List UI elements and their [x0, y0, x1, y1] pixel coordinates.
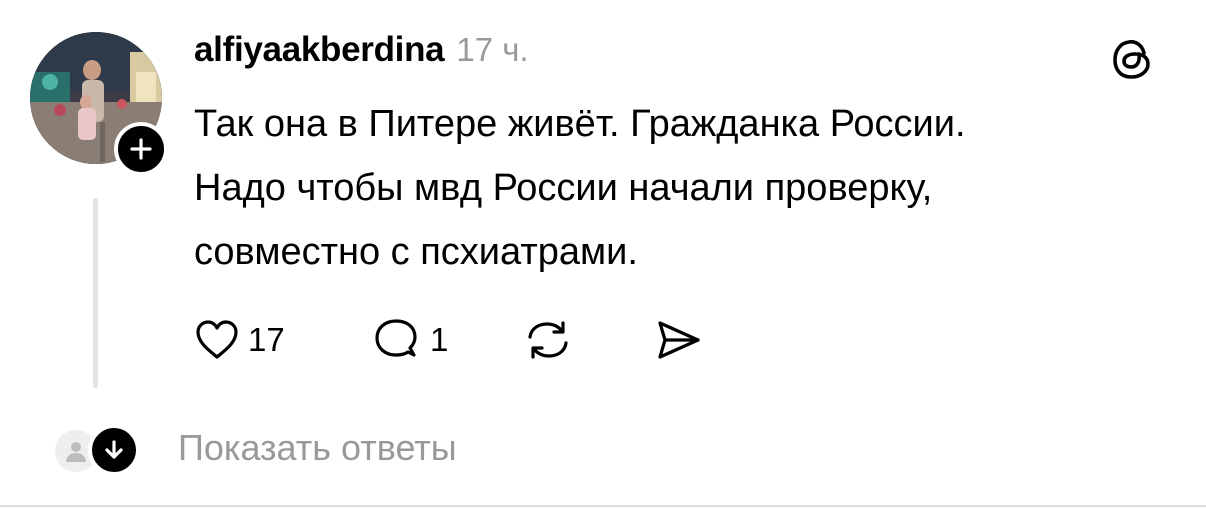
username[interactable]: alfiyaakberdina — [194, 30, 445, 70]
threads-logo-icon[interactable] — [1108, 34, 1158, 84]
reply-button[interactable]: 1 — [370, 315, 522, 365]
show-replies-link[interactable]: Показать ответы — [50, 420, 457, 476]
show-replies-label[interactable]: Показать ответы — [178, 427, 457, 469]
thread-line — [93, 198, 98, 388]
user-placeholder-icon — [66, 442, 86, 462]
like-count: 17 — [248, 321, 285, 358]
heart-icon — [196, 320, 238, 359]
reply-avatars — [50, 420, 140, 476]
post-header: alfiyaakberdina 17 ч. — [194, 30, 529, 82]
post-text-line: Так она в Питере живёт. Гражданка России… — [194, 103, 966, 145]
plus-icon — [130, 138, 152, 160]
post-time: 17 ч. — [456, 31, 529, 68]
repost-button[interactable] — [522, 315, 652, 365]
post-text-line: Надо чтобы мвд России начали проверку, — [194, 167, 933, 209]
repost-icon — [528, 321, 568, 359]
like-button[interactable]: 17 — [192, 315, 370, 365]
divider — [0, 505, 1206, 507]
send-icon — [658, 321, 700, 359]
arrow-down-icon — [105, 440, 123, 459]
post-text-line: совместно с псхиатрами. — [194, 231, 638, 273]
share-button[interactable] — [652, 315, 704, 365]
reply-count: 1 — [430, 321, 449, 358]
expand-replies-button[interactable] — [88, 424, 140, 476]
speech-bubble-icon — [375, 319, 417, 357]
post-text: Так она в Питере живёт. Гражданка России… — [194, 92, 1184, 284]
action-bar: 17 1 — [192, 312, 704, 368]
follow-button[interactable] — [114, 122, 168, 176]
